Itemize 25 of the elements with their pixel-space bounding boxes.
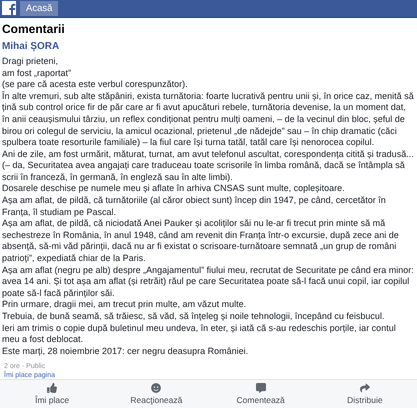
speech-bubble-icon bbox=[256, 383, 266, 394]
author-name[interactable]: Mihai ȘORA bbox=[0, 38, 417, 56]
share-arrow-icon bbox=[360, 383, 370, 394]
post-paragraph: Trebuia, de bună seamă, să trăiesc, să văd, să înțeleg și noile tehnologii, începând cu feisbucul. bbox=[2, 311, 386, 323]
post-paragraph: Prin urmare, dragii mei, am trecut prin multe, am văzut multe. bbox=[2, 299, 248, 311]
home-button[interactable]: Acasă bbox=[20, 0, 58, 16]
post-paragraph: Ani de zile, am fost urmărit, măturat, turnat, am avut telefonul ascultat, corespondența citită și tradusă... (– da, Securitatea avea angajați care traduceau toate scrisorile în limba română, dacă se întâmpla să scrii în franceză, în germană, în engleză sau în alte limbi). bbox=[2, 148, 415, 184]
post-paragraph: Dosarele deschise pe numele meu și aflate în arhiva CNSAS sunt multe, copleșitoare. bbox=[2, 183, 346, 196]
post-paragraph: Așa am aflat, de pildă, că turnătoriile (al căror obiect sunt) încep din 1947, pe când, cercetător în Franța, îl studiam pe Pascal. bbox=[2, 195, 387, 218]
smiley-icon bbox=[151, 383, 162, 394]
post-paragraph: Așa am aflat (negru pe alb) despre „Angajamentul” fiului meu, recrutat de Securitate pe când era minor: avea 14 ani. Și tot așa am aflat (și retrăit) răul pe care Securitatea poate să-l facă unui copil, iar copilul poate să-l facă părinților săi. bbox=[2, 264, 415, 300]
post-paragraph: În alte vremuri, sub alte stăpâniri, exista turnătoria: foarte lucrativă pentru unii și, în orice caz, menită să țină sub control orice fir de păr care ar fi avut apucături rebele, turnătoria devenise, la un moment dat, în anii ceaușismului târziu, un reflex condiționat pentru mulți oameni, – de la vecinul din bloc, șeful de birou ori colegul de serviciu, la amicul ocazional, prietenul „de nădejde” sau – în chip dramatic (căci spulbera toate resorturile familiale) – la fiul care își turna tatăl, tatăl care își nenorocea copilul. bbox=[2, 90, 415, 149]
comment-action-button[interactable]: Comentează bbox=[208, 380, 313, 408]
post-paragraph: am fost „raportat” bbox=[2, 68, 72, 80]
section-title: Comentarii bbox=[1, 20, 66, 38]
share-action-button[interactable]: Distribuie bbox=[312, 380, 417, 408]
react-action-button[interactable]: Reacţionează bbox=[104, 380, 208, 408]
post-paragraph: (se pare că acesta este verbul corespunzător). bbox=[2, 79, 189, 91]
thumbs-up-icon bbox=[47, 383, 58, 394]
post-paragraph: Dragi prieteni, bbox=[2, 56, 60, 68]
post-paragraph: Așa am aflat, de pildă, că niciodată Anei Pauker și acoliților săi nu le-ar fi trecut prin minte să mă sechestreze în România, în anul 1948, când am revenit din Franța într-o excursie, după zece ani de absență, să-mi văd părinții, dacă nu ar fi existat o scrisoare-turnătoare semnată „un grup de români patrioți”, expediată chiar de la Paris. bbox=[2, 218, 400, 265]
like-action-button[interactable]: Îmi place bbox=[0, 380, 104, 408]
logo-icon[interactable] bbox=[2, 1, 16, 16]
post-paragraph: Este marți, 28 noiembrie 2017: cer negru deasupra României. bbox=[2, 346, 250, 358]
post-paragraph: Ieri am trimis o copie după buletinul meu undeva, în eter, și iată că s-au redeschis porțile, iar contul meu a fost deblocat. bbox=[2, 322, 397, 346]
